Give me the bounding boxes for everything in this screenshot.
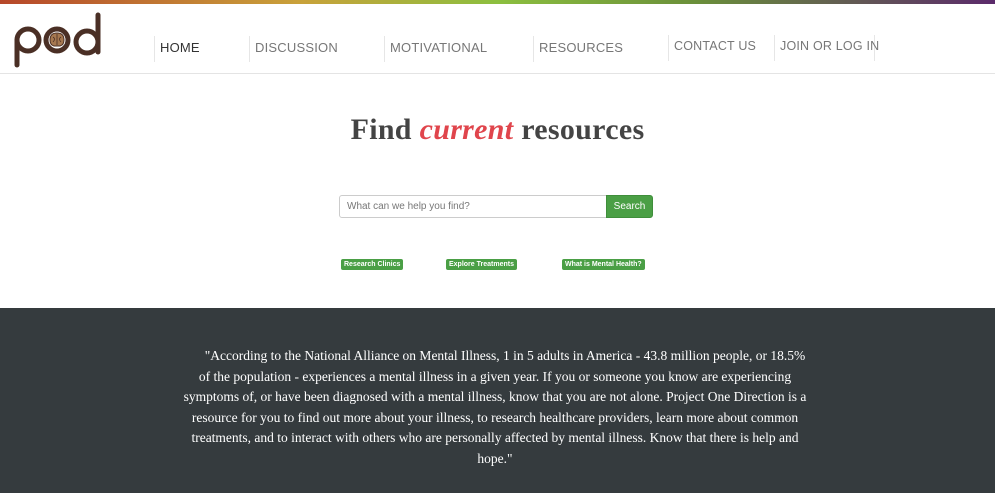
search-button[interactable]: Search <box>606 195 653 218</box>
nav-item-discussion[interactable]: DISCUSSION <box>249 36 384 62</box>
nav-item-join-or-log-in[interactable]: JOIN OR LOG IN <box>774 35 879 61</box>
page-title: Find current resources <box>0 113 995 147</box>
title-accent-word: current <box>419 113 514 146</box>
explore-treatments-button[interactable]: Explore Treatments <box>446 259 517 270</box>
search-input[interactable] <box>339 195 607 218</box>
nav-item-contact-us[interactable]: CONTACT US <box>668 35 774 61</box>
nav-item-resources[interactable]: RESOURCES <box>533 36 668 62</box>
nav-item-motivational[interactable]: MOTIVATIONAL <box>384 36 533 62</box>
nav-item-home[interactable]: HOME <box>154 36 249 62</box>
title-prefix: Find <box>350 113 420 146</box>
title-suffix: resources <box>513 113 645 146</box>
research-clinics-button[interactable]: Research Clinics <box>341 259 404 270</box>
brain-icon <box>49 32 65 47</box>
pod-logo-icon <box>14 12 101 68</box>
pod-logo[interactable] <box>10 10 106 68</box>
navbar: HOME DISCUSSION MOTIVATIONAL RESOURCES C… <box>0 4 995 74</box>
what-is-mental-health-button[interactable]: What is Mental Health? <box>562 259 645 270</box>
mission-quote: "According to the National Alliance on M… <box>183 348 807 466</box>
quote-section: "According to the National Alliance on M… <box>0 308 995 493</box>
